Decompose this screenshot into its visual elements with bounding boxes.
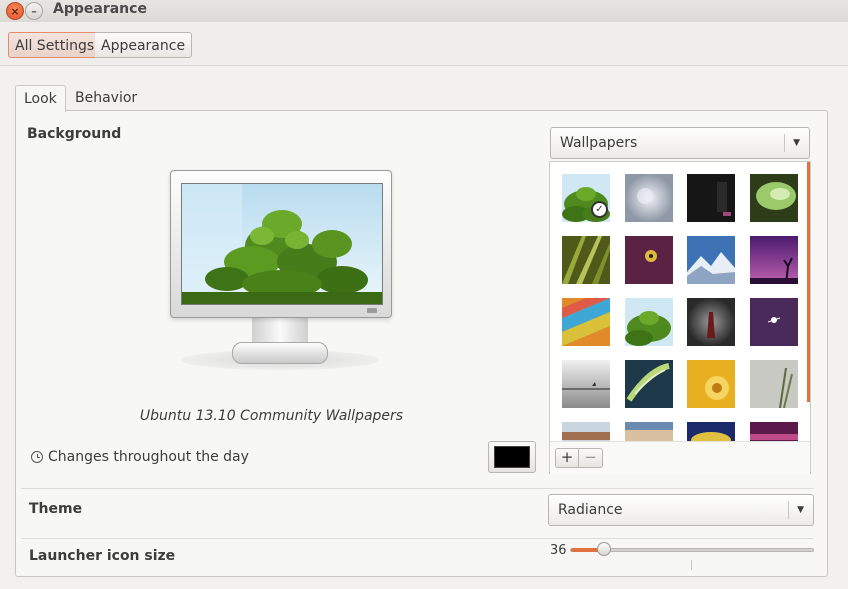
background-color-button[interactable] xyxy=(488,441,536,473)
selected-check-icon: ✓ xyxy=(591,201,608,218)
wallpaper-thumb-purple-pink[interactable] xyxy=(750,422,798,441)
wallpaper-grid: ✓ + − xyxy=(549,161,811,474)
grid-footer: + − xyxy=(550,441,810,474)
toolbar: All Settings Appearance xyxy=(0,22,848,66)
wallpaper-thumb-green-leaf-macro[interactable] xyxy=(750,174,798,222)
wallpaper-thumb-green-leaves-2[interactable] xyxy=(625,298,673,346)
slider-tick xyxy=(691,560,692,570)
grid-scrollbar[interactable] xyxy=(807,162,810,402)
wallpaper-thumb-purple-sunset-tree[interactable] xyxy=(750,236,798,284)
wallpaper-thumb-grass-blades[interactable] xyxy=(562,236,610,284)
launcher-size-slider-handle[interactable] xyxy=(597,542,611,556)
chevron-down-icon: ▼ xyxy=(797,505,804,515)
wallpaper-thumb-foggy-sea[interactable] xyxy=(562,360,610,408)
wallpaper-thumb-frost-bubble[interactable] xyxy=(625,174,673,222)
background-label: Background xyxy=(27,126,122,142)
clock-icon xyxy=(31,451,43,463)
separator xyxy=(21,538,813,539)
close-icon[interactable]: × xyxy=(6,2,24,20)
wallpaper-thumb-green-leaves[interactable]: ✓ xyxy=(562,174,610,222)
theme-select[interactable]: Radiance ▼ xyxy=(548,494,814,526)
wallpaper-thumb-dark-scene[interactable] xyxy=(687,174,735,222)
chevron-down-icon: ▼ xyxy=(793,138,800,148)
wallpaper-thumb-yellow-flower[interactable] xyxy=(687,360,735,408)
separator xyxy=(21,488,813,489)
wallpaper-preview xyxy=(170,170,392,370)
wallpaper-thumb-ladybug[interactable] xyxy=(625,236,673,284)
wallpaper-thumb-sky-horizon[interactable] xyxy=(562,422,610,441)
breadcrumb-appearance[interactable]: Appearance xyxy=(95,32,193,58)
wallpaper-source-select[interactable]: Wallpapers ▼ xyxy=(550,127,810,159)
power-led xyxy=(367,308,377,313)
theme-value: Radiance xyxy=(558,502,623,518)
tab-look[interactable]: Look xyxy=(15,85,66,112)
launcher-icon-size-value: 36 xyxy=(550,543,567,558)
changes-indicator: Changes throughout the day xyxy=(31,449,249,465)
wallpaper-thumb-grey-grass[interactable] xyxy=(750,360,798,408)
wallpaper-thumb-purple-flower[interactable] xyxy=(750,298,798,346)
all-settings-button[interactable]: All Settings xyxy=(8,32,102,58)
changes-text: Changes throughout the day xyxy=(48,449,249,465)
minimize-icon[interactable]: – xyxy=(25,2,43,20)
wallpaper-thumb-colorful-wall[interactable] xyxy=(562,298,610,346)
wallpaper-thumb-dark-object[interactable] xyxy=(687,298,735,346)
preview-screen xyxy=(181,183,383,305)
add-wallpaper-button[interactable]: + xyxy=(555,448,579,468)
launcher-icon-size-label: Launcher icon size xyxy=(29,548,176,564)
title-bar: × – Appearance xyxy=(0,0,848,22)
color-swatch xyxy=(494,446,530,468)
wallpaper-thumb-snowy-mountains[interactable] xyxy=(687,236,735,284)
theme-label: Theme xyxy=(29,501,83,517)
wallpaper-thumb-blue-yellow[interactable] xyxy=(687,422,735,441)
window-title: Appearance xyxy=(53,1,147,17)
wallpaper-thumb-fern[interactable] xyxy=(625,360,673,408)
wallpaper-source-value: Wallpapers xyxy=(560,135,638,151)
wallpaper-thumb-sunset-clouds[interactable] xyxy=(625,422,673,441)
tab-behavior[interactable]: Behavior xyxy=(67,85,145,111)
remove-wallpaper-button[interactable]: − xyxy=(579,448,603,468)
wallpaper-caption: Ubuntu 13.10 Community Wallpapers xyxy=(139,408,404,424)
